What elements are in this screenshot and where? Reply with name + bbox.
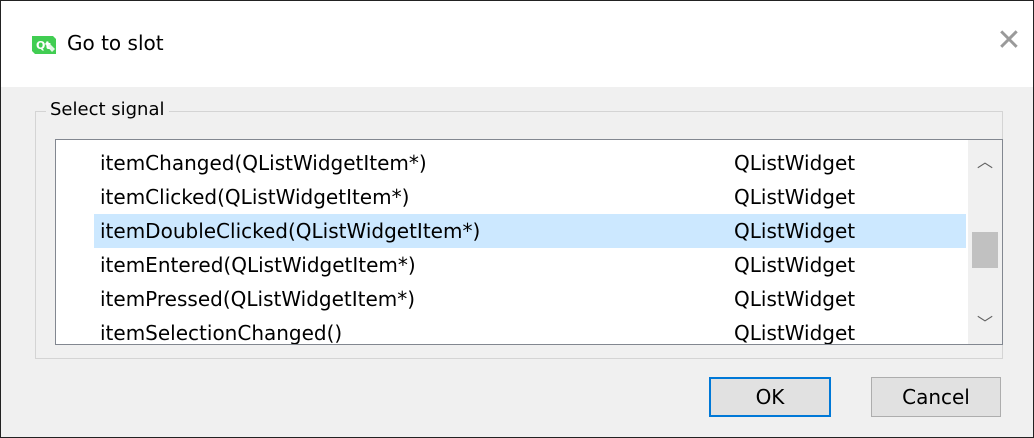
cancel-button[interactable]: Cancel — [871, 377, 1001, 417]
scroll-up-icon[interactable]: ︿ — [968, 146, 1002, 178]
signal-class: QListWidget — [734, 253, 856, 277]
go-to-slot-dialog: Qt Go to slot ✕ Select signal itemChange… — [0, 0, 1034, 438]
signal-name: itemClicked(QListWidgetItem*) — [100, 185, 410, 209]
signal-class: QListWidget — [734, 219, 856, 243]
signal-class: QListWidget — [734, 151, 856, 175]
signal-name: itemPressed(QListWidgetItem*) — [100, 287, 416, 311]
signal-class: QListWidget — [734, 287, 856, 311]
signal-list[interactable]: itemChanged(QListWidgetItem*) QListWidge… — [55, 139, 1003, 345]
close-icon[interactable]: ✕ — [995, 26, 1023, 56]
scroll-down-icon[interactable]: ﹀ — [968, 308, 1002, 340]
scrollbar-thumb[interactable] — [972, 232, 998, 268]
group-label: Select signal — [46, 99, 169, 120]
dialog-title: Go to slot — [67, 31, 164, 55]
signal-row[interactable]: itemPressed(QListWidgetItem*) QListWidge… — [94, 282, 966, 316]
signal-row[interactable]: itemChanged(QListWidgetItem*) QListWidge… — [94, 146, 966, 180]
signal-rows: itemChanged(QListWidgetItem*) QListWidge… — [94, 146, 966, 345]
qt-designer-icon: Qt — [32, 36, 56, 54]
signal-row[interactable]: itemEntered(QListWidgetItem*) QListWidge… — [94, 248, 966, 282]
ok-button[interactable]: OK — [709, 377, 831, 417]
signal-row-selected[interactable]: itemDoubleClicked(QListWidgetItem*) QLis… — [94, 214, 966, 248]
title-bar[interactable]: Qt Go to slot ✕ — [1, 1, 1033, 87]
signal-class: QListWidget — [734, 321, 856, 345]
signal-name: itemChanged(QListWidgetItem*) — [100, 151, 427, 175]
signal-name: itemDoubleClicked(QListWidgetItem*) — [100, 219, 481, 243]
signal-class: QListWidget — [734, 185, 856, 209]
signal-name: itemEntered(QListWidgetItem*) — [100, 253, 416, 277]
signal-name: itemSelectionChanged() — [100, 321, 343, 345]
signal-row[interactable]: itemSelectionChanged() QListWidget — [94, 316, 966, 345]
vertical-scrollbar[interactable]: ︿ ﹀ — [968, 140, 1002, 344]
signal-row[interactable]: itemClicked(QListWidgetItem*) QListWidge… — [94, 180, 966, 214]
